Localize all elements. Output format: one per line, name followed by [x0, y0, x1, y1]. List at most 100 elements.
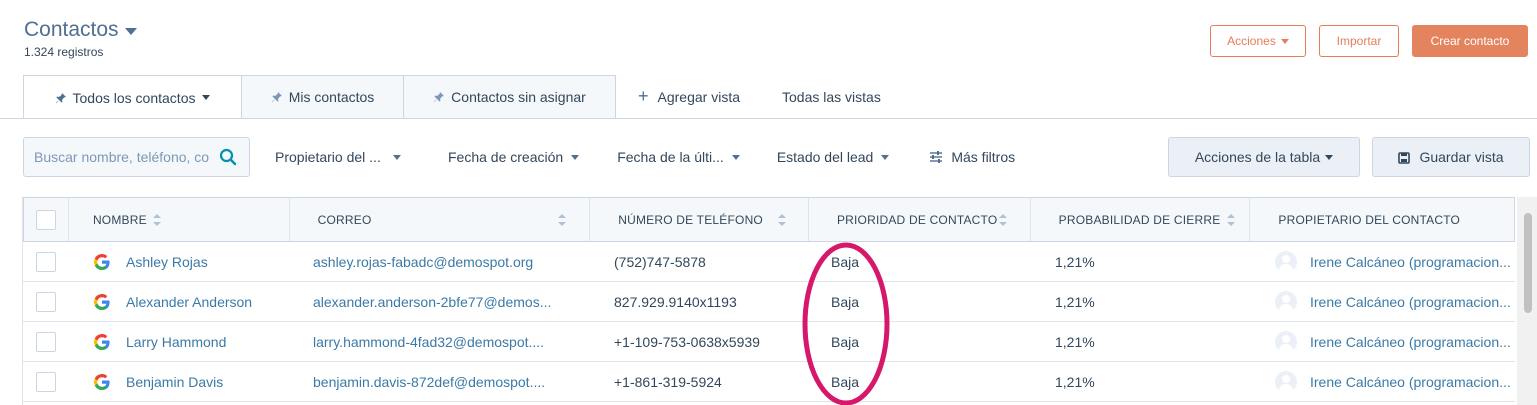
tab-my-contacts[interactable]: Mis contactos — [242, 75, 404, 118]
page-title[interactable]: Contactos — [24, 18, 137, 42]
record-count: 1.324 registros — [24, 45, 104, 59]
table-actions-label: Acciones de la tabla — [1194, 149, 1321, 165]
table-row: Alexander Anderson alexander.anderson-2b… — [23, 282, 1515, 322]
column-header-email[interactable]: CORREO — [290, 198, 591, 241]
sort-icon[interactable] — [152, 214, 161, 226]
chevron-down-icon — [881, 154, 890, 160]
priority-cell: Baja — [831, 373, 860, 390]
filter-label: Más filtros — [951, 149, 1016, 165]
tab-label: Contactos sin asignar — [451, 89, 586, 105]
search-icon[interactable] — [219, 148, 237, 166]
select-all-checkbox[interactable] — [35, 209, 56, 230]
email-cell: larry.hammond-4fad32@demospot.... — [289, 322, 590, 361]
chevron-down-icon — [202, 95, 211, 100]
row-checkbox[interactable] — [35, 291, 56, 312]
phone-cell: +1-109-753-0638x5939 — [614, 333, 760, 350]
filter-bar: Propietario del ... Fecha de creación Fe… — [275, 137, 1015, 177]
tab-all-contacts[interactable]: Todos los contactos — [23, 75, 242, 119]
row-select-cell — [23, 362, 68, 401]
plus-icon: + — [638, 86, 649, 106]
column-label: NÚMERO DE TELÉFONO — [618, 212, 763, 227]
contact-name-link[interactable]: Larry Hammond — [126, 334, 226, 350]
create-contact-button[interactable]: Crear contacto — [1412, 25, 1528, 57]
scrollbar-thumb[interactable] — [1524, 213, 1532, 313]
divider — [0, 118, 1537, 119]
row-select-cell — [23, 242, 68, 281]
email-link[interactable]: larry.hammond-4fad32@demospot.... — [313, 334, 544, 350]
sliders-icon — [929, 150, 943, 164]
avatar — [1275, 290, 1297, 313]
column-header-phone[interactable]: NÚMERO DE TELÉFONO — [590, 198, 809, 241]
all-views-link[interactable]: Todas las vistas — [782, 75, 881, 118]
chevron-down-icon — [392, 154, 401, 160]
phone-cell: 827.929.9140x1193 — [614, 293, 737, 310]
row-checkbox[interactable] — [35, 371, 56, 392]
owner-link[interactable]: Irene Calcáneo (programacion... — [1310, 374, 1511, 390]
import-button[interactable]: Importar — [1319, 25, 1399, 57]
actions-button-label: Acciones — [1227, 34, 1276, 48]
sort-icon[interactable] — [998, 214, 1007, 226]
table-actions-button[interactable]: Acciones de la tabla — [1168, 137, 1360, 177]
sort-icon[interactable] — [557, 214, 566, 226]
contact-name-link[interactable]: Benjamin Davis — [126, 374, 223, 390]
pin-icon — [271, 91, 283, 103]
column-header-probability[interactable]: PROBABILIDAD DE CIERRE — [1031, 198, 1251, 241]
chevron-down-icon — [731, 154, 740, 160]
tab-unassigned-contacts[interactable]: Contactos sin asignar — [404, 75, 616, 118]
column-label: PRIORIDAD DE CONTACTO — [836, 212, 998, 227]
search-input[interactable] — [24, 149, 209, 165]
column-label: NOMBRE — [92, 212, 147, 227]
probability-cell: 1,21% — [1055, 373, 1095, 390]
header-actions: Acciones Importar Crear contacto — [1210, 25, 1528, 57]
column-header-owner[interactable]: PROPIETARIO DEL CONTACTO — [1250, 198, 1514, 241]
sort-icon[interactable] — [1226, 214, 1235, 226]
email-link[interactable]: ashley.rojas-fabadc@demospot.org — [313, 254, 533, 270]
owner-link[interactable]: Irene Calcáneo (programacion... — [1310, 254, 1511, 270]
pin-icon — [433, 91, 445, 103]
filter-created-date[interactable]: Fecha de creación — [448, 149, 580, 165]
probability-cell: 1,21% — [1055, 293, 1095, 310]
google-icon — [92, 332, 112, 352]
avatar — [1275, 250, 1297, 273]
chevron-down-icon — [1280, 38, 1289, 44]
vertical-scrollbar[interactable] — [1517, 197, 1537, 405]
filter-lead-status[interactable]: Estado del lead — [777, 149, 890, 165]
row-select-cell — [23, 282, 68, 321]
row-select-cell — [23, 322, 68, 361]
tab-label: Todos los contactos — [72, 89, 196, 106]
table-row: Ashley Rojas ashley.rojas-fabadc@demospo… — [23, 242, 1515, 282]
contact-name-link[interactable]: Ashley Rojas — [126, 254, 208, 270]
column-header-priority[interactable]: PRIORIDAD DE CONTACTO — [809, 198, 1031, 241]
email-link[interactable]: benjamin.davis-872def@demospot.... — [313, 374, 545, 390]
chevron-down-icon — [124, 28, 137, 35]
save-view-label: Guardar vista — [1419, 149, 1504, 165]
sort-icon[interactable] — [778, 214, 787, 226]
table-row: Benjamin Davis benjamin.davis-872def@dem… — [23, 362, 1515, 402]
pin-icon — [55, 92, 67, 104]
filter-owner[interactable]: Propietario del ... — [275, 149, 411, 165]
row-checkbox[interactable] — [35, 331, 56, 352]
more-filters-button[interactable]: Más filtros — [929, 149, 1015, 165]
probability-cell: 1,21% — [1055, 333, 1095, 350]
email-cell: ashley.rojas-fabadc@demospot.org — [289, 242, 590, 281]
avatar — [1275, 370, 1297, 393]
page-header: Contactos 1.324 registros — [24, 18, 137, 59]
priority-cell: Baja — [831, 333, 860, 350]
google-icon — [92, 252, 112, 272]
search-box — [23, 137, 250, 177]
owner-link[interactable]: Irene Calcáneo (programacion... — [1310, 294, 1511, 310]
google-icon — [92, 372, 112, 392]
save-view-button[interactable]: Guardar vista — [1372, 137, 1530, 177]
save-icon — [1398, 151, 1411, 164]
contact-name-link[interactable]: Alexander Anderson — [126, 294, 252, 310]
phone-cell: (752)747-5878 — [614, 253, 706, 270]
tab-label: Mis contactos — [288, 89, 375, 105]
row-checkbox[interactable] — [35, 251, 56, 272]
owner-link[interactable]: Irene Calcáneo (programacion... — [1310, 334, 1511, 350]
add-view-button[interactable]: + Agregar vista — [638, 75, 740, 118]
column-header-name[interactable]: NOMBRE — [69, 198, 290, 241]
filter-last-date[interactable]: Fecha de la últi... — [617, 149, 740, 165]
actions-button[interactable]: Acciones — [1210, 25, 1306, 57]
email-link[interactable]: alexander.anderson-2bfe77@demos... — [313, 294, 551, 310]
name-cell: Benjamin Davis — [68, 362, 289, 401]
